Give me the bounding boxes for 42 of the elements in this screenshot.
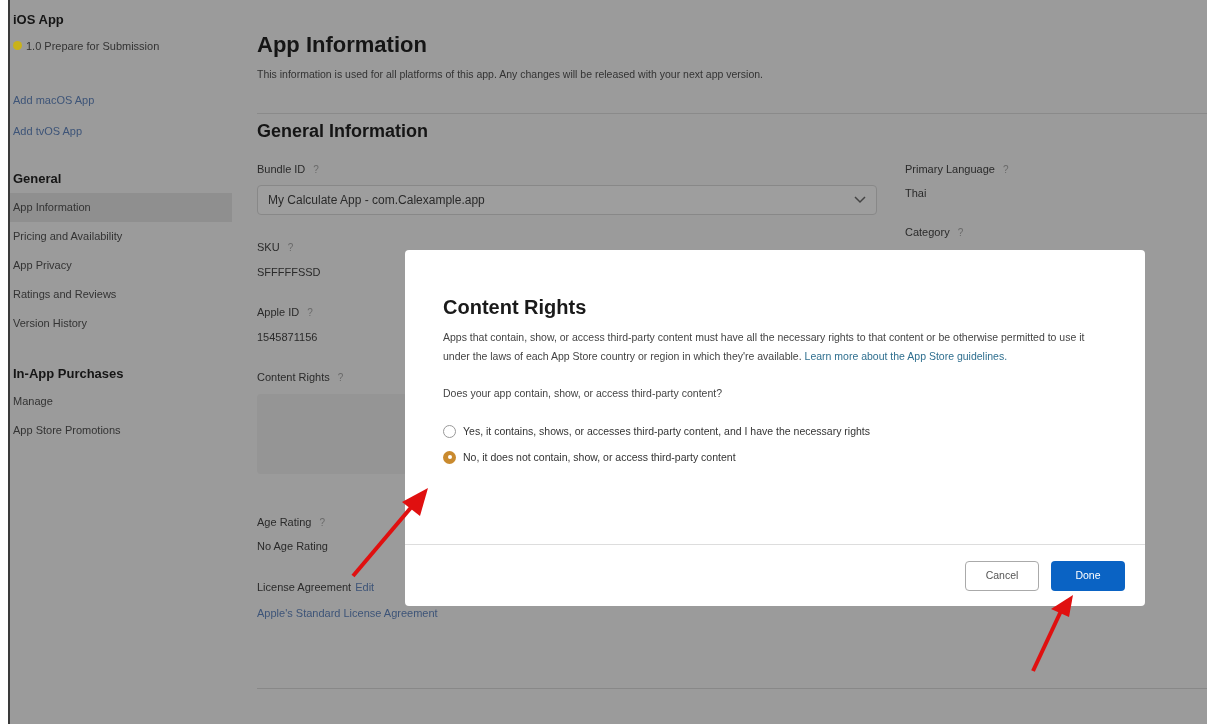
sidebar-item[interactable]: Ratings and Reviews (10, 279, 232, 309)
radio-label: No, it does not contain, show, or access third-party content (463, 449, 736, 465)
sidebar-item[interactable]: App Information (10, 192, 232, 222)
license-link[interactable]: Apple's Standard License Agreement (257, 605, 877, 622)
field-label: Bundle ID (257, 161, 306, 177)
app-title: iOS App (12, 11, 65, 29)
field-label: Apple ID (257, 305, 300, 321)
sidebar-item[interactable]: Pricing and Availability (10, 221, 232, 251)
field-label: Content Rights (257, 370, 330, 386)
field-label: Primary Language (905, 161, 995, 177)
apple-id-value: 1545871156 (257, 330, 318, 343)
field-label: Age Rating (257, 514, 312, 530)
cancel-button[interactable]: Cancel (965, 560, 1039, 591)
field-label: Category (905, 224, 950, 240)
sku-value: SFFFFFSSD (257, 265, 321, 278)
add-platform-link[interactable]: Add tvOS App (10, 122, 232, 139)
done-button[interactable]: Done (1051, 560, 1125, 591)
field-label: SKU (257, 240, 280, 256)
version-status: 1.0 Prepare for Submission (26, 38, 160, 54)
age-rating-value: No Age Rating (257, 540, 328, 553)
sidebar-item[interactable]: App Store Promotions (10, 416, 232, 445)
section-title: General Information (257, 119, 430, 143)
sidebar-item[interactable]: Manage (10, 387, 232, 416)
radio-button[interactable] (443, 425, 456, 439)
radio-label: Yes, it contains, shows, or accesses third-party content, and I have the necessary rights (463, 423, 870, 439)
field-label: License Agreement (257, 579, 352, 595)
radio-button[interactable] (443, 450, 456, 464)
dialog-title: Content Rights (443, 295, 588, 320)
section-heading: In-App Purchases (12, 364, 125, 383)
chevron-down-icon (854, 196, 866, 205)
add-platform-link[interactable]: Add macOS App (10, 92, 232, 109)
section-heading: General (12, 170, 63, 188)
page-title: App Information (257, 31, 428, 59)
dialog-question: Does your app contain, show, or access third-party content? (443, 386, 723, 401)
edit-link[interactable]: Edit (355, 578, 375, 596)
guidelines-link[interactable]: Learn more about the App Store guidelines. (804, 350, 1008, 362)
bundle-id-select[interactable]: My Calculate App - com.Calexample.app (257, 185, 877, 216)
sidebar-item[interactable]: App Privacy (10, 250, 232, 280)
sidebar-item[interactable]: Version History (10, 308, 232, 338)
dialog-description: Apps that contain, show, or access third-party content must have all the necessary rights to that content or be otherwise permitted to use it under the laws of each App Store country or region in which they're available. Learn more about the App Store guidelines. (443, 330, 1086, 364)
primary-language-value: Thai (905, 187, 927, 200)
page-subtitle: This information is used for all platforms of this app. Any changes will be released with your next app version. (257, 67, 764, 82)
